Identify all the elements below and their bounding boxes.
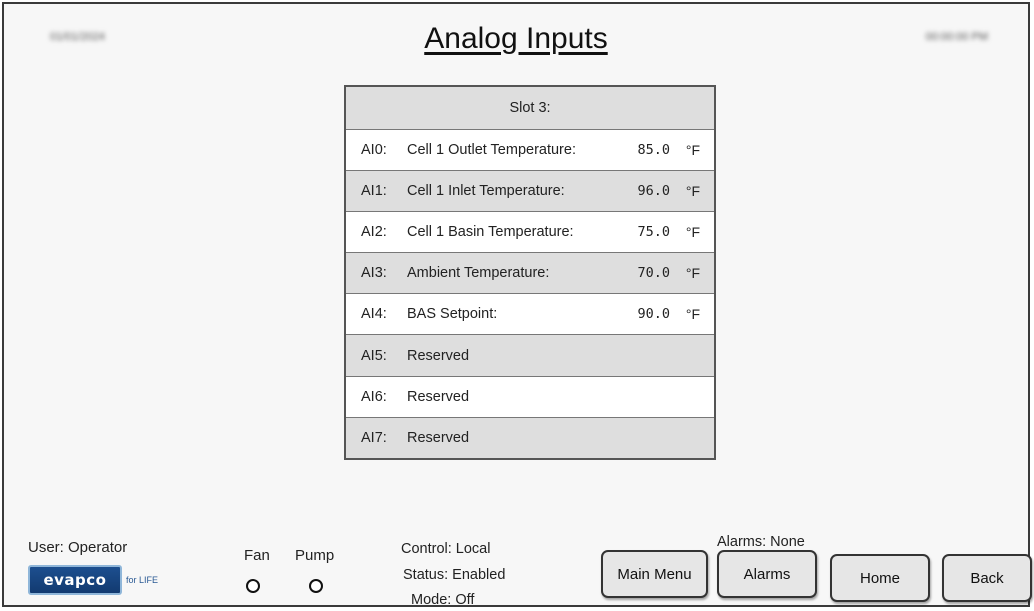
- input-description: Ambient Temperature:: [407, 265, 550, 282]
- input-description: BAS Setpoint:: [407, 306, 498, 323]
- table-row: AI6: Reserved: [346, 375, 714, 417]
- back-button[interactable]: Back: [942, 554, 1032, 602]
- input-description: Reserved: [407, 429, 470, 446]
- table-row: AI2: Cell 1 Basin Temperature: 75.0 °F: [346, 211, 714, 253]
- enabled-status: Status: Enabled: [403, 567, 506, 583]
- input-unit: °F: [685, 183, 700, 200]
- pump-status-indicator-icon: [309, 579, 323, 593]
- input-unit: °F: [685, 142, 700, 159]
- table-header: Slot 3:: [346, 87, 714, 129]
- table-row: AI3: Ambient Temperature: 70.0 °F: [346, 252, 714, 294]
- slot-label: Slot 3:: [509, 100, 551, 116]
- input-unit: °F: [685, 265, 700, 282]
- table-row: AI5: Reserved: [346, 334, 714, 376]
- evapco-logo: evapco for LIFE: [28, 563, 158, 597]
- hmi-screen: 01/01/2024 Analog Inputs 00:00:00 PM Slo…: [2, 2, 1032, 608]
- time-display: 00:00:00 PM: [925, 31, 988, 43]
- input-description: Reserved: [407, 347, 470, 364]
- input-value: 85.0: [637, 142, 670, 159]
- logo-tagline: for LIFE: [125, 575, 158, 585]
- input-code: AI4:: [361, 306, 387, 323]
- pump-label: Pump: [295, 547, 335, 564]
- input-value: 70.0: [637, 265, 670, 282]
- table-row: AI0: Cell 1 Outlet Temperature: 85.0 °F: [346, 129, 714, 171]
- control-status: Control: Local: [401, 541, 491, 557]
- input-code: AI7:: [361, 429, 387, 446]
- current-user: User: Operator: [28, 539, 128, 556]
- input-code: AI2:: [361, 224, 387, 241]
- logo-badge: evapco: [28, 565, 122, 595]
- input-code: AI6:: [361, 388, 387, 405]
- alarms-summary: Alarms: None: [717, 534, 805, 550]
- table-row: AI4: BAS Setpoint: 90.0 °F: [346, 293, 714, 335]
- input-code: AI3:: [361, 265, 387, 282]
- input-unit: °F: [685, 306, 700, 323]
- input-description: Cell 1 Inlet Temperature:: [407, 183, 565, 200]
- fan-label: Fan: [244, 547, 270, 564]
- input-unit: °F: [685, 224, 700, 241]
- input-description: Cell 1 Outlet Temperature:: [407, 142, 576, 159]
- input-code: AI5:: [361, 347, 387, 364]
- table-row: AI7: Reserved: [346, 416, 714, 458]
- input-code: AI0:: [361, 142, 387, 159]
- input-value: 96.0: [637, 183, 670, 200]
- main-menu-button[interactable]: Main Menu: [601, 550, 708, 598]
- home-button[interactable]: Home: [830, 554, 930, 602]
- table-row: AI1: Cell 1 Inlet Temperature: 96.0 °F: [346, 170, 714, 212]
- alarms-button[interactable]: Alarms: [717, 550, 817, 598]
- input-value: 90.0: [637, 306, 670, 323]
- analog-inputs-table: Slot 3: AI0: Cell 1 Outlet Temperature: …: [344, 85, 716, 460]
- page-title: Analog Inputs: [424, 22, 608, 55]
- input-value: 75.0: [637, 224, 670, 241]
- fan-status-indicator-icon: [246, 579, 260, 593]
- input-description: Reserved: [407, 388, 470, 405]
- input-description: Cell 1 Basin Temperature:: [407, 224, 574, 241]
- input-code: AI1:: [361, 183, 387, 200]
- mode-status: Mode: Off: [411, 592, 475, 608]
